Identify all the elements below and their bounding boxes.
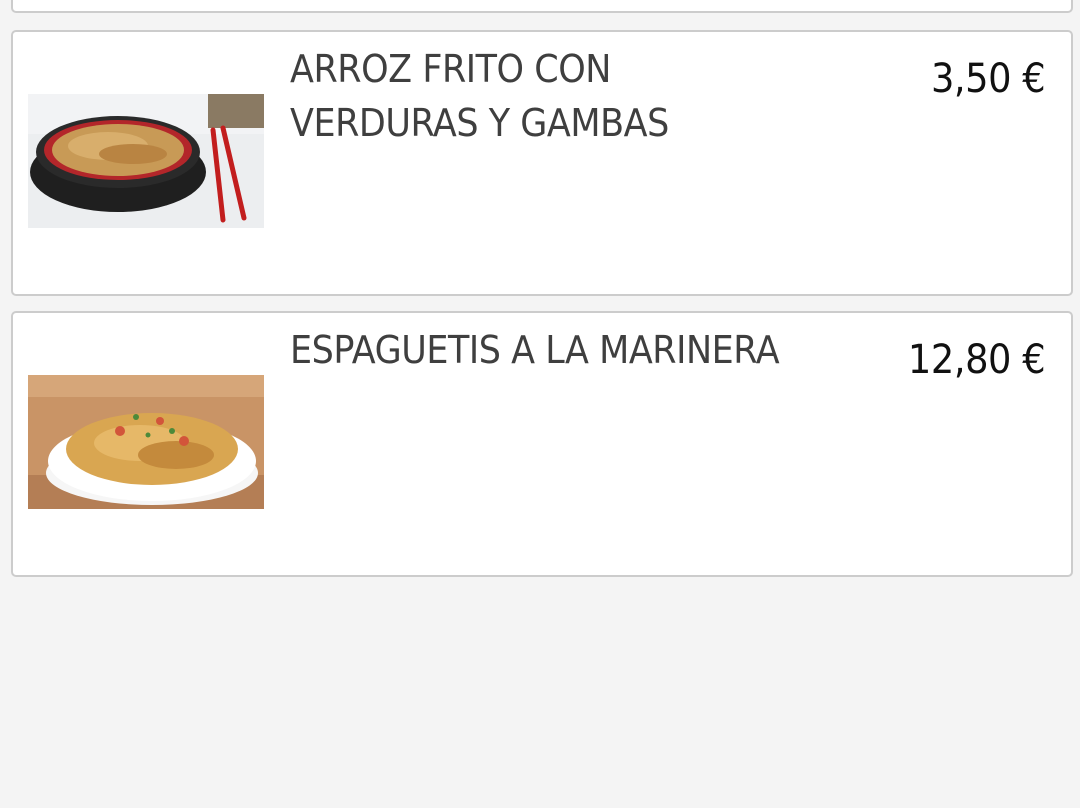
fried-rice-photo bbox=[28, 94, 264, 228]
dish-price: 12,80 € bbox=[907, 337, 1046, 383]
dish-name: ESPAGUETIS A LA MARINERA bbox=[290, 328, 780, 372]
dish-name: ARROZ FRITO CON VERDURAS Y GAMBAS bbox=[290, 47, 669, 145]
dish-price: 3,50 € bbox=[930, 56, 1046, 102]
menu-item-card-partial[interactable] bbox=[11, 0, 1073, 13]
menu-item-card[interactable]: ARROZ FRITO CON VERDURAS Y GAMBAS 3,50 € bbox=[11, 30, 1073, 296]
menu-item-card[interactable]: ESPAGUETIS A LA MARINERA 12,80 € bbox=[11, 311, 1073, 577]
spaghetti-marinera-photo bbox=[28, 375, 264, 509]
